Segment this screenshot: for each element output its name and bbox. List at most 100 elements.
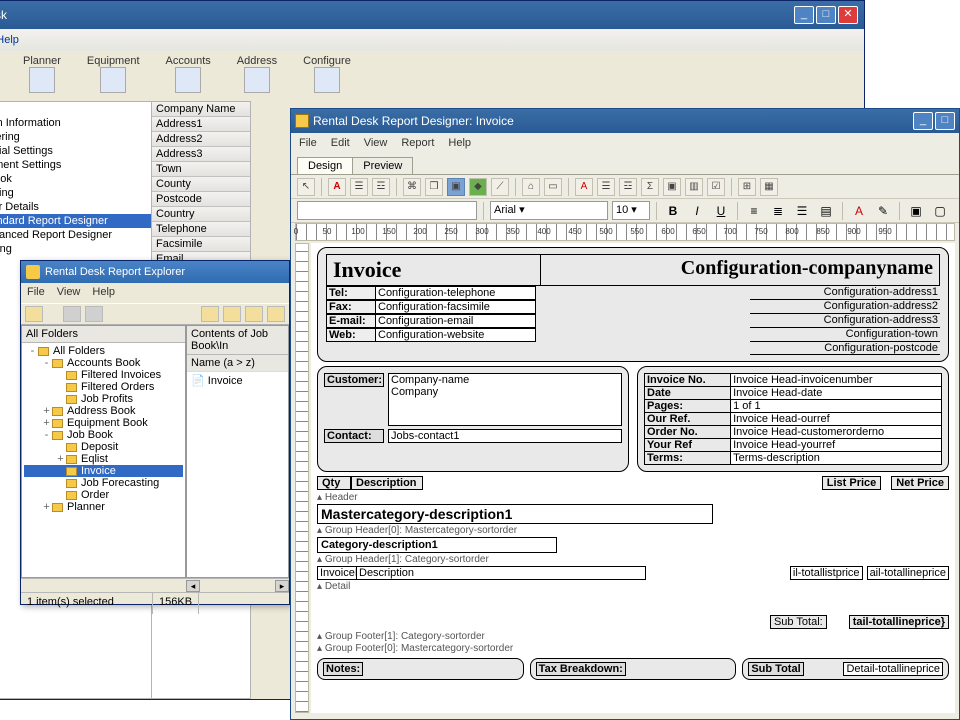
region-tool-icon[interactable]: ⌂ xyxy=(522,178,540,196)
dbimage-tool-icon[interactable]: ▣ xyxy=(663,178,681,196)
align-left-icon[interactable]: ≡ xyxy=(744,201,764,221)
view-icon-1[interactable] xyxy=(201,306,219,322)
dbmemo-tool-icon[interactable]: ☰ xyxy=(597,178,615,196)
preview-icon[interactable] xyxy=(85,306,103,322)
tb-equipment[interactable]: Equipment xyxy=(87,55,140,97)
scroll-left-icon[interactable]: ◂ xyxy=(186,580,200,592)
tree-item[interactable]: Filtered Invoices xyxy=(24,369,183,381)
list-item[interactable]: 📄 Invoice xyxy=(187,372,288,389)
report-header-region[interactable]: Invoice Configuration-companyname Tel:Co… xyxy=(317,247,949,362)
invoice-label[interactable]: Invoice xyxy=(326,254,541,286)
band-header[interactable]: Header xyxy=(317,492,949,503)
italic-button[interactable]: I xyxy=(687,201,707,221)
field-list-item[interactable]: Town xyxy=(152,162,250,177)
dbtext-tool-icon[interactable]: A xyxy=(575,178,593,196)
maximize-icon[interactable]: □ xyxy=(816,6,836,24)
align-justify-icon[interactable]: ▤ xyxy=(816,201,836,221)
mastercategory-field[interactable]: Mastercategory-description1 xyxy=(317,504,713,524)
nav-item[interactable]: Advanced Report Designer xyxy=(0,228,151,242)
tree-item[interactable]: +Address Book xyxy=(24,405,183,417)
tree-item[interactable]: -Job Book xyxy=(24,429,183,441)
detail-qty-field[interactable]: InvoiceD xyxy=(317,566,357,580)
designer-menu-file[interactable]: File xyxy=(299,137,317,149)
tree-item[interactable]: -Accounts Book xyxy=(24,357,183,369)
tree-item[interactable]: +Planner xyxy=(24,501,183,513)
nav-item[interactable]: Users xyxy=(0,102,151,116)
band-detail[interactable]: Detail xyxy=(317,581,949,592)
designer-menu-help[interactable]: Help xyxy=(448,137,471,149)
tab-preview[interactable]: Preview xyxy=(352,157,413,174)
view-icon-4[interactable] xyxy=(267,306,285,322)
main-titlebar[interactable]: talDesk _ □ ✕ xyxy=(0,1,864,29)
tb-accounts[interactable]: Accounts xyxy=(166,55,211,97)
contents-column-name[interactable]: Name (a > z) xyxy=(187,355,288,372)
explorer-menu-file[interactable]: File xyxy=(27,286,45,300)
bring-front-icon[interactable]: ▣ xyxy=(906,201,926,221)
tab-design[interactable]: Design xyxy=(297,157,353,174)
notes-region[interactable]: Notes: xyxy=(317,658,524,680)
tree-item[interactable]: Job Forecasting xyxy=(24,477,183,489)
nav-item[interactable]: Financial Settings xyxy=(0,144,151,158)
subtotal-value-field[interactable]: tail-totallineprice} xyxy=(849,615,949,629)
variable-icon[interactable]: ❒ xyxy=(425,178,443,196)
memo-tool-icon[interactable]: ☰ xyxy=(350,178,368,196)
tb-address[interactable]: Address xyxy=(237,55,277,97)
nav-item[interactable]: Job Book xyxy=(0,172,151,186)
print-icon[interactable] xyxy=(63,306,81,322)
font-size-selector[interactable]: 10 ▾ xyxy=(612,201,650,220)
field-list-item[interactable]: Postcode xyxy=(152,192,250,207)
highlight-icon[interactable]: ✎ xyxy=(873,201,893,221)
image-tool-icon[interactable]: ▣ xyxy=(447,178,465,196)
send-back-icon[interactable]: ▢ xyxy=(930,201,950,221)
field-list-item[interactable]: Country xyxy=(152,207,250,222)
company-name-field[interactable]: Configuration-companyname xyxy=(541,254,940,286)
shape-tool-icon[interactable]: ◆ xyxy=(469,178,487,196)
designer-minimize-icon[interactable]: _ xyxy=(913,112,933,130)
nav-item[interactable]: Importing xyxy=(0,242,151,256)
underline-button[interactable]: U xyxy=(711,201,731,221)
band-group-footer-1[interactable]: Group Footer[1]: Category-sortorder xyxy=(317,631,949,642)
invoice-info-region[interactable]: Invoice No.Invoice Head-invoicenumberDat… xyxy=(637,366,949,472)
menu-help[interactable]: Help xyxy=(0,34,19,46)
line-tool-icon[interactable]: ⟋ xyxy=(491,178,509,196)
tree-item[interactable]: Invoice xyxy=(24,465,183,477)
tree-item[interactable]: Job Profits xyxy=(24,393,183,405)
designer-menu-edit[interactable]: Edit xyxy=(331,137,350,149)
detail-net-field[interactable]: ail-totallineprice xyxy=(867,566,949,580)
customer-region[interactable]: Customer: Contact: Company-name Company … xyxy=(317,366,629,472)
font-color-icon[interactable]: A xyxy=(849,201,869,221)
nav-item[interactable]: Reporting xyxy=(0,186,151,200)
totals-region[interactable]: Sub Total Detail-totallineprice xyxy=(742,658,949,680)
band-group-footer-0[interactable]: Group Footer[0]: Mastercategory-sortorde… xyxy=(317,643,949,654)
tree-item[interactable]: -All Folders xyxy=(24,345,183,357)
minimize-icon[interactable]: _ xyxy=(794,6,814,24)
tax-region[interactable]: Tax Breakdown: xyxy=(530,658,737,680)
band-group-header-1[interactable]: Group Header[1]: Category-sortorder xyxy=(317,554,949,565)
tree-item[interactable]: Filtered Orders xyxy=(24,381,183,393)
dbcheck-tool-icon[interactable]: ☑ xyxy=(707,178,725,196)
dbbarcode-tool-icon[interactable]: ▥ xyxy=(685,178,703,196)
subreport-tool-icon[interactable]: ▭ xyxy=(544,178,562,196)
explorer-titlebar[interactable]: Rental Desk Report Explorer xyxy=(21,261,289,283)
dbcalc-tool-icon[interactable]: Σ xyxy=(641,178,659,196)
nav-item[interactable]: Equipment Settings xyxy=(0,158,151,172)
field-list-item[interactable]: Address2 xyxy=(152,132,250,147)
object-selector[interactable] xyxy=(297,201,477,220)
band-group-header-0[interactable]: Group Header[0]: Mastercategory-sortorde… xyxy=(317,525,949,536)
subtotal-label[interactable]: Sub Total: xyxy=(770,615,827,629)
field-list-item[interactable]: County xyxy=(152,177,250,192)
report-canvas[interactable]: Invoice Configuration-companyname Tel:Co… xyxy=(311,243,955,713)
nav-item[interactable]: System Information xyxy=(0,116,151,130)
field-list-item[interactable]: Telephone xyxy=(152,222,250,237)
horizontal-scrollbar[interactable]: ◂ ▸ xyxy=(21,578,289,592)
designer-menu-report[interactable]: Report xyxy=(401,137,434,149)
field-list-item[interactable]: Address1 xyxy=(152,117,250,132)
tb-planner[interactable]: Planner xyxy=(23,55,61,97)
explorer-menu-view[interactable]: View xyxy=(57,286,81,300)
view-icon-3[interactable] xyxy=(245,306,263,322)
bold-button[interactable]: B xyxy=(663,201,683,221)
column-headers-row[interactable]: Qty Description List Price Net Price xyxy=(317,476,949,490)
category-field[interactable]: Category-description1 xyxy=(317,537,557,553)
nav-item[interactable]: Your Details xyxy=(0,200,151,214)
dbrich-tool-icon[interactable]: ☲ xyxy=(619,178,637,196)
